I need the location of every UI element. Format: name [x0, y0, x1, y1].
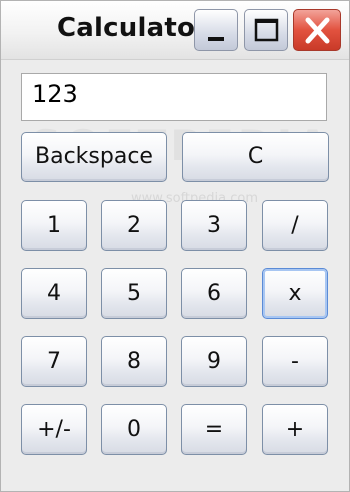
digit-label: 4	[47, 281, 61, 306]
digit-label: 5	[127, 281, 141, 306]
title-bar[interactable]: Calculator	[1, 1, 349, 60]
digit-label: 6	[207, 281, 221, 306]
operator-label: =	[204, 417, 224, 442]
multiply-button[interactable]: x	[262, 268, 328, 319]
equals-button[interactable]: =	[181, 404, 247, 455]
digit-label: 3	[207, 213, 221, 238]
subtract-button[interactable]: -	[262, 336, 328, 387]
negate-button[interactable]: +/-	[21, 404, 87, 455]
operator-label: /	[291, 213, 299, 238]
close-icon	[305, 17, 330, 44]
add-button[interactable]: +	[262, 404, 328, 455]
digit-9-button[interactable]: 9	[181, 336, 247, 387]
maximize-icon	[254, 18, 279, 42]
digit-4-button[interactable]: 4	[21, 268, 87, 319]
digit-label: 9	[207, 349, 221, 374]
divide-button[interactable]: /	[262, 200, 328, 251]
calculator-window: Calculator 123 SOFTPEDIA www.softpedia.c…	[0, 0, 350, 492]
clear-button[interactable]: C	[182, 132, 329, 182]
clear-label: C	[247, 144, 264, 169]
digit-8-button[interactable]: 8	[101, 336, 167, 387]
operator-label: +/-	[37, 417, 71, 442]
digit-label: 8	[127, 349, 141, 374]
digit-1-button[interactable]: 1	[21, 200, 87, 251]
digit-label: 7	[47, 349, 61, 374]
digit-label: 2	[127, 213, 141, 238]
minimize-button[interactable]	[194, 9, 238, 51]
operator-label: +	[285, 417, 305, 442]
digit-label: 1	[47, 213, 61, 238]
close-button[interactable]	[293, 9, 341, 51]
operator-label: x	[288, 281, 302, 306]
backspace-button[interactable]: Backspace	[21, 132, 167, 182]
digit-7-button[interactable]: 7	[21, 336, 87, 387]
display-field[interactable]: 123	[21, 73, 327, 121]
digit-2-button[interactable]: 2	[101, 200, 167, 251]
digit-6-button[interactable]: 6	[181, 268, 247, 319]
digit-0-button[interactable]: 0	[101, 404, 167, 455]
digit-5-button[interactable]: 5	[101, 268, 167, 319]
maximize-button[interactable]	[244, 9, 288, 51]
backspace-label: Backspace	[35, 144, 153, 169]
calculator-body: 123 SOFTPEDIA www.softpedia.com Backspac…	[11, 63, 339, 483]
minimize-icon	[208, 37, 224, 41]
window-title: Calculator	[57, 13, 209, 43]
operator-label: -	[291, 349, 299, 374]
digit-label: 0	[127, 417, 141, 442]
digit-3-button[interactable]: 3	[181, 200, 247, 251]
